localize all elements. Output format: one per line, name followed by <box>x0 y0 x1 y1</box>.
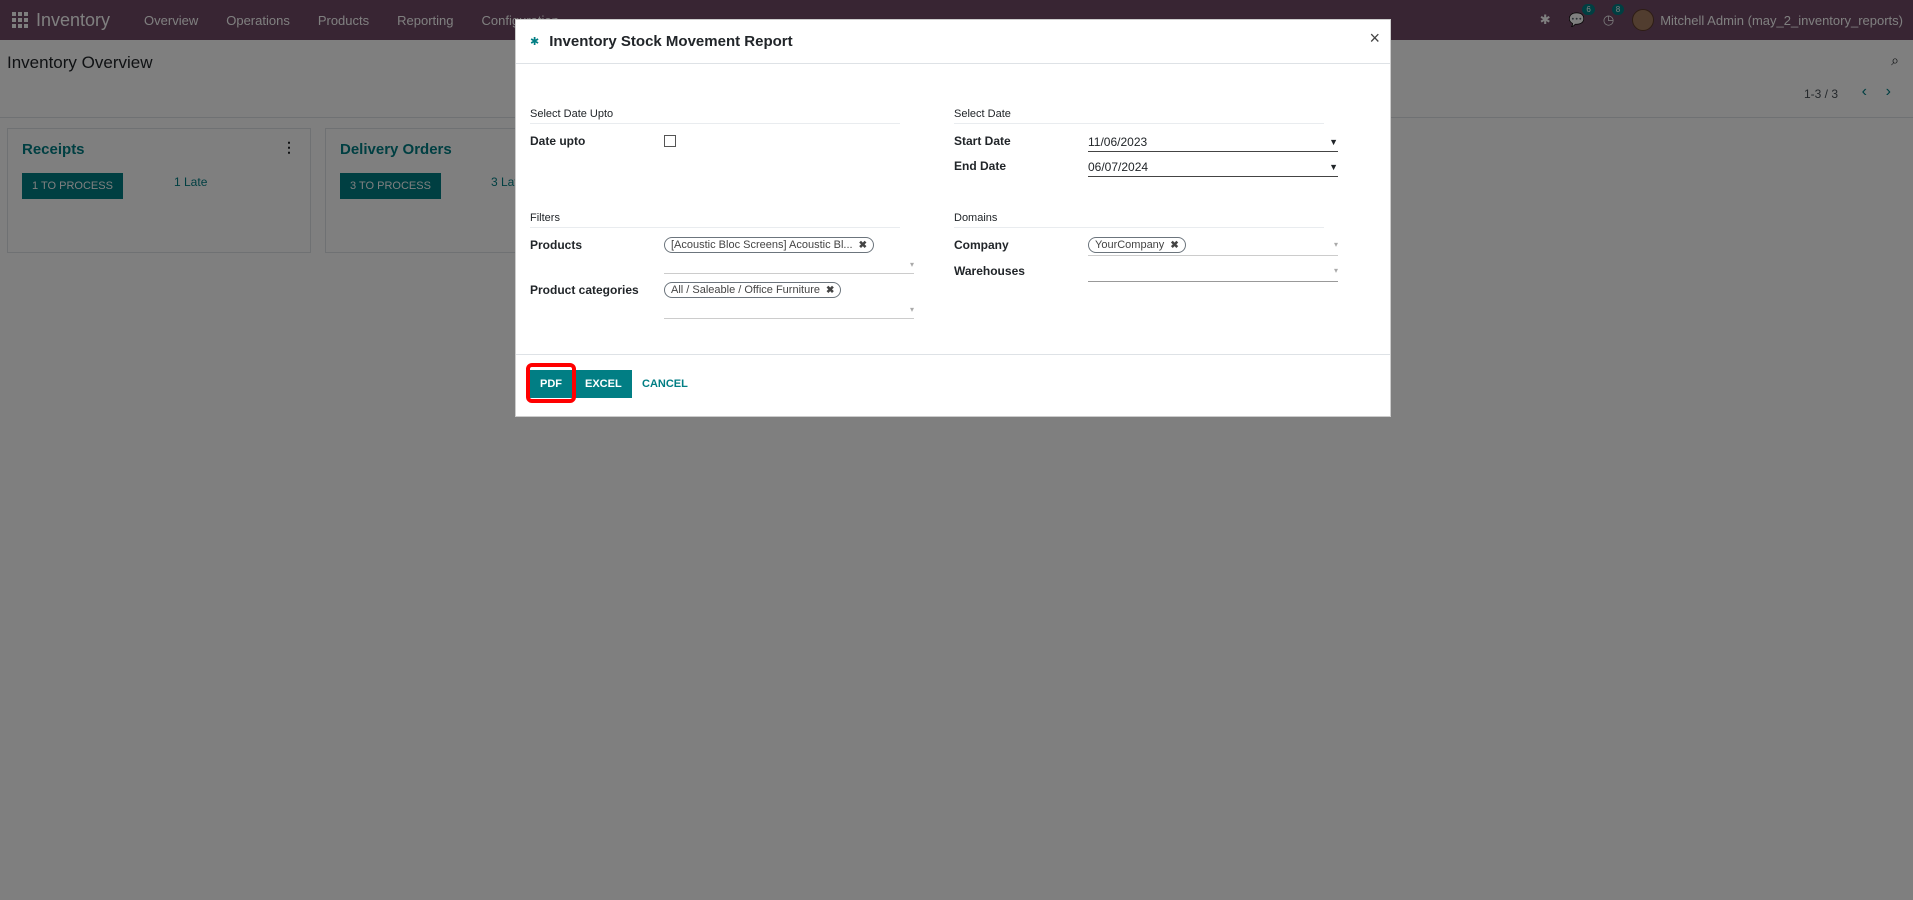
end-date-label: End Date <box>954 159 1007 173</box>
tag-label: YourCompany <box>1095 239 1165 251</box>
pdf-highlight-box <box>526 363 576 403</box>
company-label: Company <box>954 238 1009 252</box>
close-icon[interactable]: × <box>1369 28 1380 49</box>
warehouses-label: Warehouses <box>954 264 1025 278</box>
product-categories-field[interactable]: All / Saleable / Office Furniture ✖ ▾ <box>664 281 914 319</box>
tag-label: All / Saleable / Office Furniture <box>671 284 820 296</box>
products-field[interactable]: [Acoustic Bloc Screens] Acoustic Bl... ✖ … <box>664 236 914 274</box>
date-upto-label: Date upto <box>530 134 586 148</box>
start-date-label: Start Date <box>954 134 1011 148</box>
section-domains: Domains <box>954 212 1324 228</box>
end-date-value: 06/07/2024 <box>1088 160 1149 174</box>
report-dialog: ✱ Inventory Stock Movement Report × Sele… <box>515 19 1391 417</box>
dropdown-caret-icon[interactable]: ▾ <box>1334 240 1338 249</box>
category-tag[interactable]: All / Saleable / Office Furniture ✖ <box>664 282 842 298</box>
section-select-date: Select Date <box>954 108 1324 124</box>
excel-button[interactable]: EXCEL <box>575 370 632 398</box>
dropdown-caret-icon[interactable]: ▼ <box>1329 137 1338 147</box>
section-filters: Filters <box>530 212 900 228</box>
company-tag[interactable]: YourCompany ✖ <box>1088 237 1186 253</box>
remove-tag-icon[interactable]: ✖ <box>826 285 834 296</box>
dialog-title: Inventory Stock Movement Report <box>549 33 793 50</box>
dropdown-caret-icon[interactable]: ▾ <box>910 260 914 269</box>
cancel-button[interactable]: CANCEL <box>642 378 688 390</box>
date-upto-checkbox[interactable] <box>664 135 676 147</box>
product-categories-label: Product categories <box>530 283 639 297</box>
dropdown-caret-icon[interactable]: ▼ <box>1329 162 1338 172</box>
company-field[interactable]: YourCompany ✖ ▾ <box>1088 236 1338 256</box>
dropdown-caret-icon[interactable]: ▾ <box>910 305 914 314</box>
products-label: Products <box>530 238 583 252</box>
end-date-input[interactable]: 06/07/2024 ▼ <box>1088 158 1338 177</box>
dropdown-caret-icon[interactable]: ▾ <box>1334 266 1338 275</box>
tag-label: [Acoustic Bloc Screens] Acoustic Bl... <box>671 239 853 251</box>
dialog-header: ✱ Inventory Stock Movement Report × <box>516 20 1390 64</box>
start-date-input[interactable]: 11/06/2023 ▼ <box>1088 133 1338 152</box>
remove-tag-icon[interactable]: ✖ <box>1170 240 1178 251</box>
product-tag[interactable]: [Acoustic Bloc Screens] Acoustic Bl... ✖ <box>664 237 874 253</box>
section-select-date-upto: Select Date Upto <box>530 108 900 124</box>
remove-tag-icon[interactable]: ✖ <box>859 240 867 251</box>
dialog-footer: PDF EXCEL CANCEL <box>516 354 1390 418</box>
start-date-value: 11/06/2023 <box>1088 135 1148 149</box>
bug-icon: ✱ <box>530 36 540 48</box>
warehouses-field[interactable]: ▾ <box>1088 262 1338 282</box>
